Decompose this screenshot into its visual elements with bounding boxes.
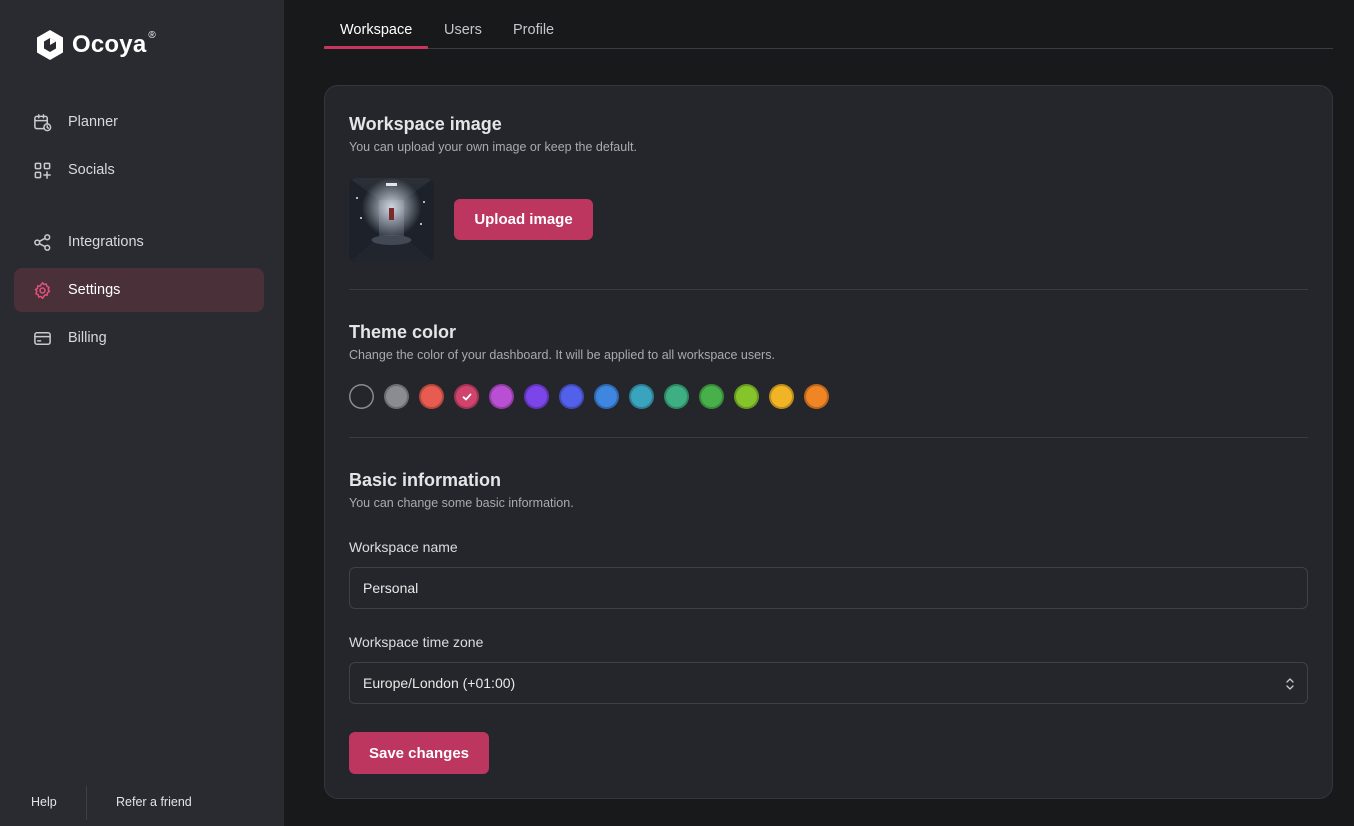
sidebar-footer: Help Refer a friend xyxy=(0,770,284,826)
theme-color-swatch[interactable] xyxy=(804,384,829,409)
sidebar-item-integrations[interactable]: Integrations xyxy=(14,220,264,264)
workspace-name-value: Personal xyxy=(363,580,419,596)
theme-color-swatch[interactable] xyxy=(419,384,444,409)
sidebar-item-planner[interactable]: Planner xyxy=(14,100,264,144)
timezone-select[interactable]: Europe/London (+01:00) xyxy=(349,662,1308,704)
chevron-up-down-icon xyxy=(1286,678,1294,690)
theme-color-swatch[interactable] xyxy=(594,384,619,409)
theme-color-swatch[interactable] xyxy=(349,384,374,409)
workspace-image-title: Workspace image xyxy=(349,114,502,134)
theme-color-swatch[interactable] xyxy=(384,384,409,409)
sidebar-item-label: Settings xyxy=(68,282,121,298)
workspace-settings-card: Workspace image You can upload your own … xyxy=(324,85,1333,799)
section-divider xyxy=(349,289,1308,290)
save-changes-button[interactable]: Save changes xyxy=(349,732,489,774)
theme-color-swatch[interactable] xyxy=(524,384,549,409)
sidebar-item-settings[interactable]: Settings xyxy=(14,268,264,312)
theme-color-swatch[interactable] xyxy=(629,384,654,409)
sidebar-item-label: Socials xyxy=(68,162,115,178)
brand-logo[interactable]: Ocoya ® xyxy=(36,28,156,62)
theme-color-swatch[interactable] xyxy=(489,384,514,409)
timezone-value: Europe/London (+01:00) xyxy=(363,675,516,691)
basic-info-subtitle: You can change some basic information. xyxy=(349,496,574,510)
share-nodes-icon xyxy=(32,232,52,252)
workspace-image-subtitle: You can upload your own image or keep th… xyxy=(349,140,637,154)
theme-color-title: Theme color xyxy=(349,322,457,342)
ocoya-logo-icon xyxy=(37,30,63,60)
checkmark-icon xyxy=(454,384,479,409)
sidebar-item-billing[interactable]: Billing xyxy=(14,316,264,360)
calendar-clock-icon xyxy=(32,112,52,132)
credit-card-icon xyxy=(32,328,52,348)
theme-color-swatch[interactable] xyxy=(769,384,794,409)
active-tab-indicator xyxy=(324,46,428,49)
theme-color-swatch[interactable] xyxy=(734,384,759,409)
registered-mark: ® xyxy=(148,29,156,41)
sidebar: Ocoya ® Planner Socials Integrations Set… xyxy=(0,0,284,826)
section-divider xyxy=(349,437,1308,438)
grid-plus-icon xyxy=(32,160,52,180)
workspace-name-label: Workspace name xyxy=(349,539,458,555)
tab-profile[interactable]: Profile xyxy=(513,22,554,38)
brand-name: Ocoya xyxy=(72,31,147,58)
refer-friend-link[interactable]: Refer a friend xyxy=(116,795,192,809)
tab-workspace[interactable]: Workspace xyxy=(340,22,412,38)
tab-users[interactable]: Users xyxy=(444,22,482,38)
theme-color-swatch[interactable] xyxy=(454,384,479,409)
sidebar-item-label: Billing xyxy=(68,330,107,346)
theme-color-swatch[interactable] xyxy=(664,384,689,409)
sidebar-item-label: Planner xyxy=(68,114,118,130)
help-link[interactable]: Help xyxy=(31,795,57,809)
settings-tabs: Workspace Users Profile xyxy=(324,0,1333,49)
footer-divider xyxy=(86,786,87,820)
sidebar-item-socials[interactable]: Socials xyxy=(14,148,264,192)
theme-color-swatches xyxy=(349,384,839,410)
theme-color-swatch[interactable] xyxy=(699,384,724,409)
gear-icon xyxy=(32,280,52,300)
upload-image-button[interactable]: Upload image xyxy=(454,199,593,240)
theme-color-swatch[interactable] xyxy=(559,384,584,409)
workspace-image-thumbnail xyxy=(349,178,434,262)
basic-info-title: Basic information xyxy=(349,470,502,490)
sidebar-item-label: Integrations xyxy=(68,234,144,250)
workspace-name-input[interactable]: Personal xyxy=(349,567,1308,609)
timezone-label: Workspace time zone xyxy=(349,634,484,650)
theme-color-subtitle: Change the color of your dashboard. It w… xyxy=(349,348,775,362)
